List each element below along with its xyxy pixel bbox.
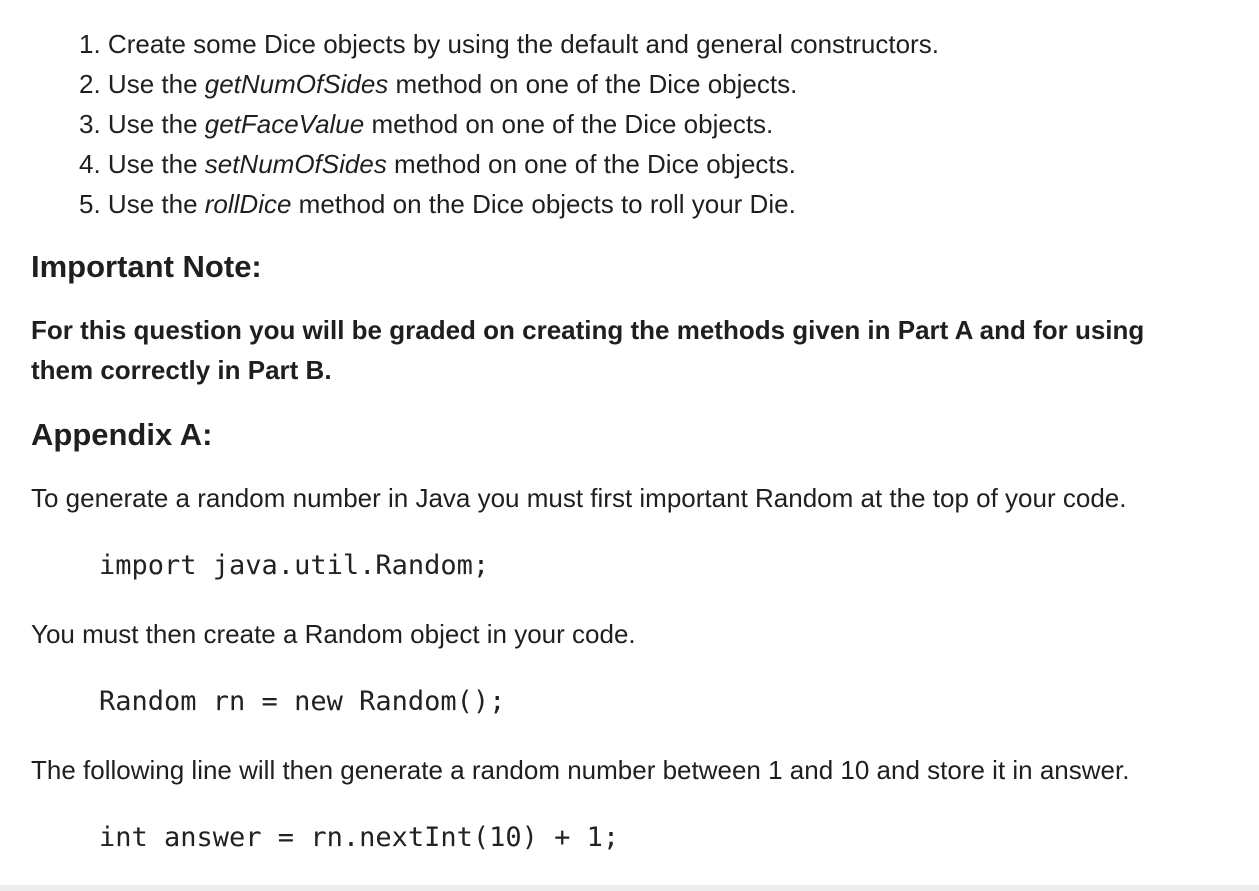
step-text: method on one of the Dice objects. — [364, 109, 774, 139]
step-text: Use the — [107, 189, 205, 219]
code-snippet-random: Random rn = new Random(); — [99, 686, 506, 717]
step-number: 1. — [79, 29, 101, 59]
list-item: 1. Create some Dice objects by using the… — [79, 24, 939, 64]
step-number: 4. — [79, 149, 101, 179]
code-snippet-nextint: int answer = rn.nextInt(10) + 1; — [99, 822, 620, 853]
step-number: 5. — [79, 189, 101, 219]
step-text: Use the — [107, 109, 205, 139]
list-item: 5. Use the rollDice method on the Dice o… — [79, 184, 939, 224]
step-text: Use the — [107, 69, 205, 99]
method-name: setNumOfSides — [204, 149, 387, 179]
list-item: 4. Use the setNumOfSides method on one o… — [79, 144, 939, 184]
method-name: getNumOfSides — [204, 69, 389, 99]
method-name: rollDice — [204, 189, 292, 219]
appendix-paragraph: You must then create a Random object in … — [31, 619, 636, 649]
list-item: 3. Use the getFaceValue method on one of… — [79, 104, 939, 144]
bottom-divider — [0, 885, 1259, 891]
appendix-heading: Appendix A: — [31, 417, 213, 452]
step-text: method on the Dice objects to roll your … — [291, 189, 796, 219]
step-text: method on one of the Dice objects. — [386, 149, 796, 179]
important-note-text: For this question you will be graded on … — [31, 315, 1145, 385]
step-text: Use the — [107, 149, 205, 179]
document-page: { "steps": [ {"num": "1.", "before": "Cr… — [0, 0, 1259, 891]
step-text: Create some Dice objects by using the de… — [107, 29, 939, 59]
method-name: getFaceValue — [204, 109, 365, 139]
steps-list: 1. Create some Dice objects by using the… — [79, 24, 939, 224]
appendix-paragraph: To generate a random number in Java you … — [31, 483, 1127, 513]
step-number: 2. — [79, 69, 101, 99]
code-snippet-import: import java.util.Random; — [99, 550, 490, 581]
step-text: method on one of the Dice objects. — [388, 69, 798, 99]
appendix-paragraph: The following line will then generate a … — [31, 755, 1130, 785]
list-item: 2. Use the getNumOfSides method on one o… — [79, 64, 939, 104]
important-note-heading: Important Note: — [31, 249, 262, 284]
step-number: 3. — [79, 109, 101, 139]
